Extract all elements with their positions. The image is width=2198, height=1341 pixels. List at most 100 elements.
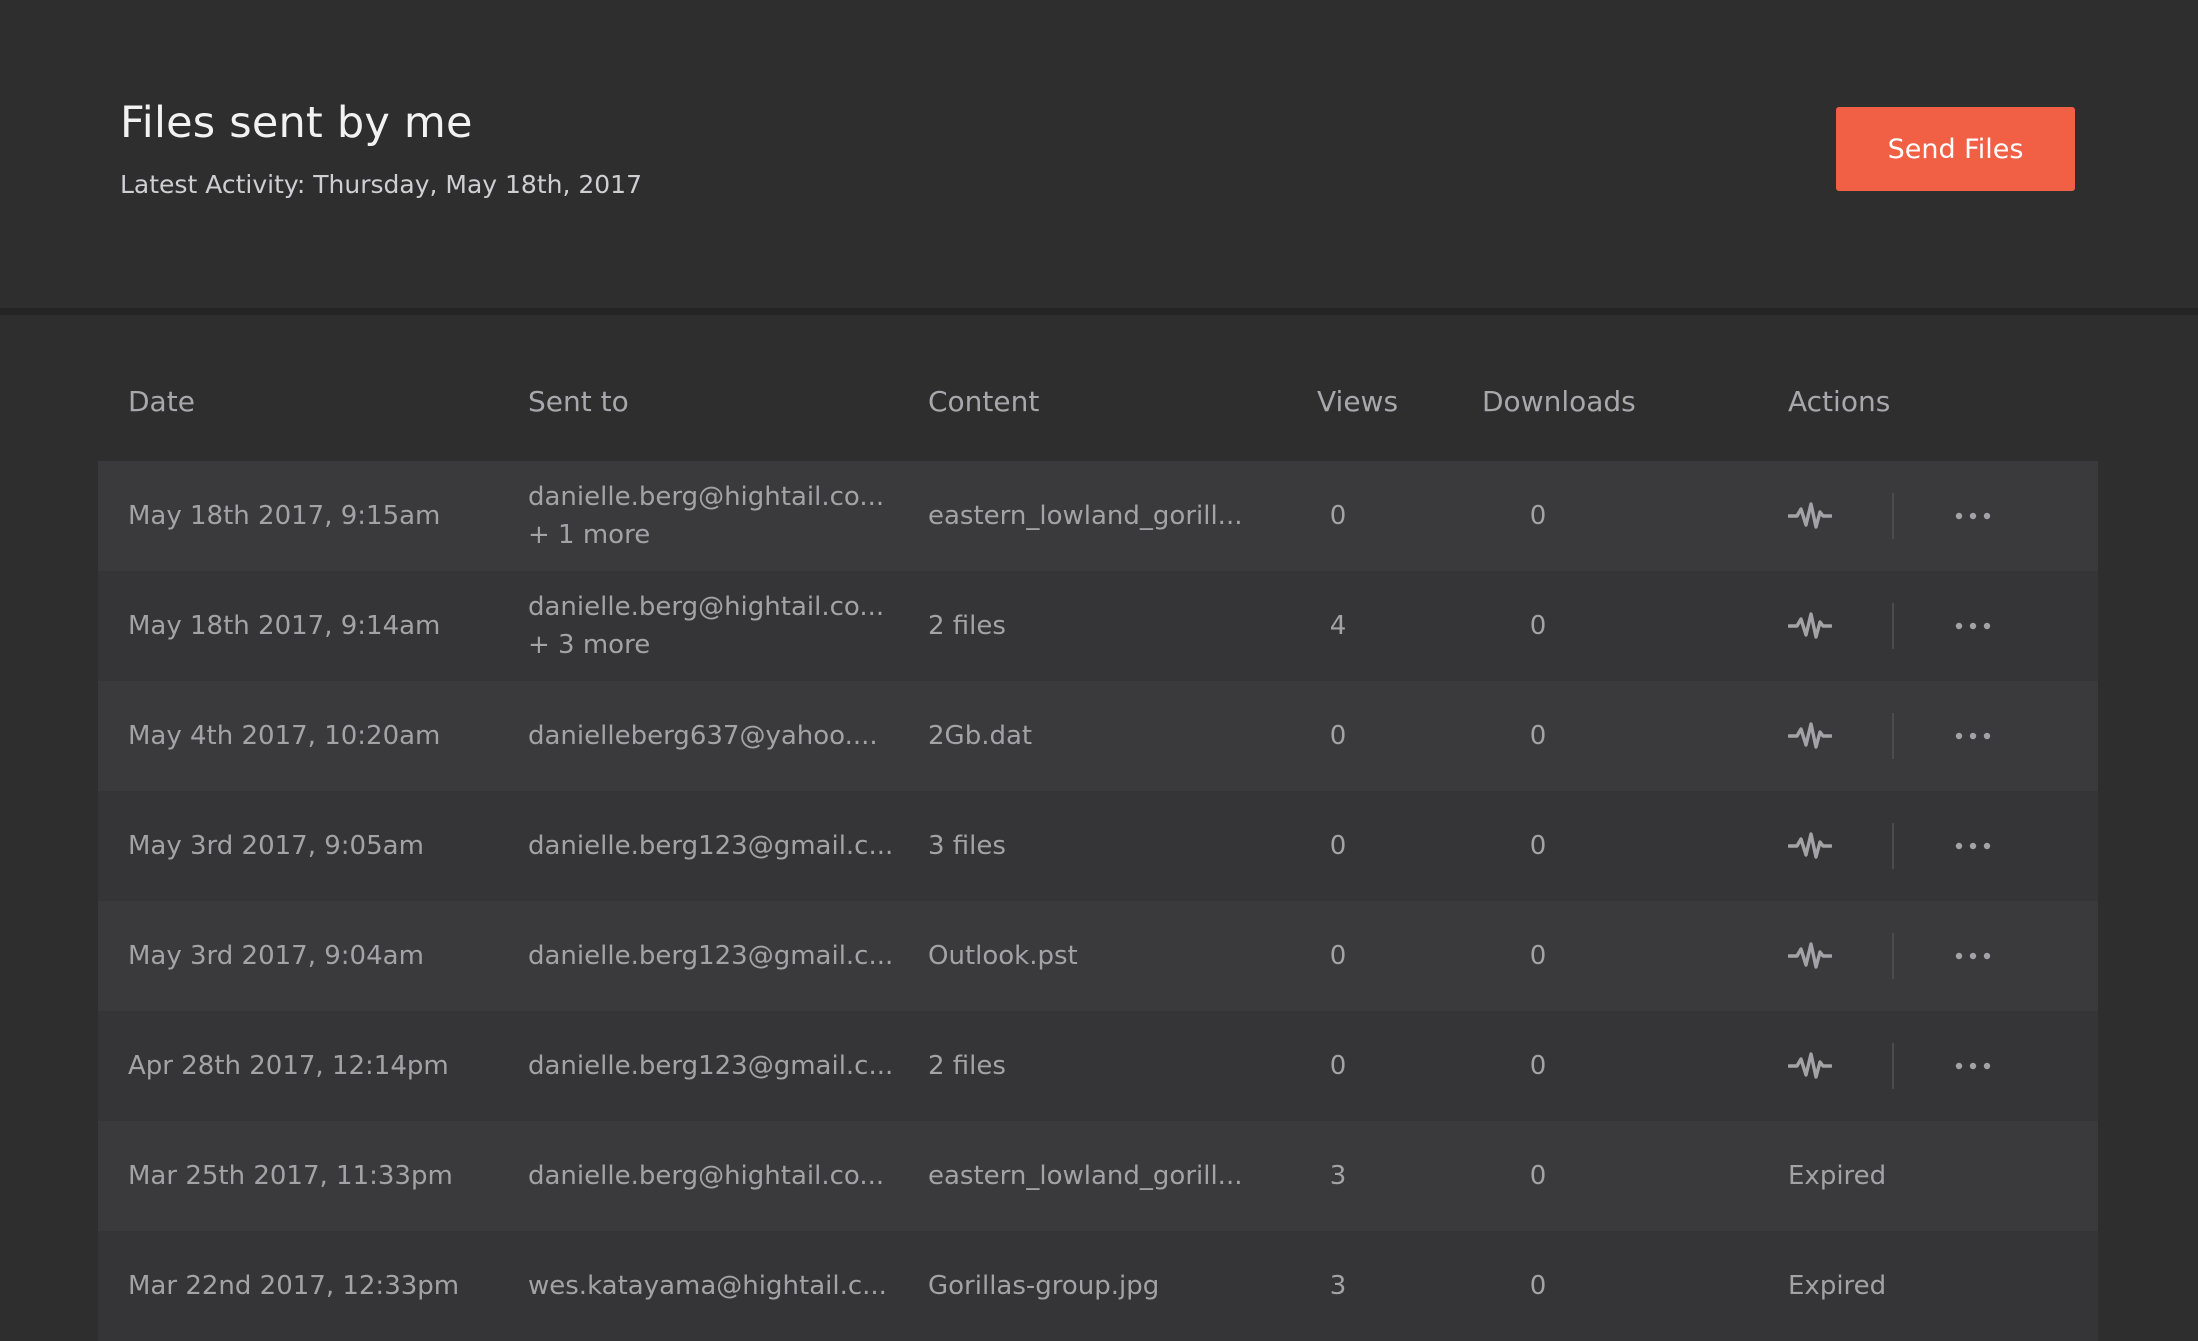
cell-views: 0 xyxy=(1329,941,1347,971)
cell-date: May 3rd 2017, 9:04am xyxy=(128,941,424,971)
files-table: Date Sent to Content Views Downloads Act… xyxy=(98,345,2098,1341)
recipient-more[interactable]: + 3 more xyxy=(528,626,884,664)
action-separator xyxy=(1892,493,1894,539)
cell-sent-to: danielle.berg@hightail.co... + 3 more xyxy=(528,571,884,681)
table-row[interactable]: May 3rd 2017, 9:04am danielle.berg123@gma… xyxy=(98,901,2098,1011)
more-icon[interactable] xyxy=(1954,951,1992,961)
cell-actions xyxy=(1788,1011,1992,1121)
pulse-icon[interactable] xyxy=(1788,831,1832,861)
cell-content: 2Gb.dat xyxy=(928,721,1033,751)
action-separator xyxy=(1892,1043,1894,1089)
action-separator xyxy=(1892,933,1894,979)
cell-actions xyxy=(1788,901,1992,1011)
recipient-email: danielle.berg123@gmail.c... xyxy=(528,1051,894,1081)
recipient-email: danielle.berg123@gmail.c... xyxy=(528,941,894,971)
cell-date: Mar 22nd 2017, 12:33pm xyxy=(128,1271,460,1301)
action-separator xyxy=(1892,823,1894,869)
cell-content: 2 files xyxy=(928,1051,1006,1081)
cell-downloads: 0 xyxy=(1529,1161,1547,1191)
cell-downloads: 0 xyxy=(1529,1051,1547,1081)
page-title: Files sent by me xyxy=(120,98,473,148)
recipient-more[interactable]: + 1 more xyxy=(528,516,884,554)
status-expired: Expired xyxy=(1788,1161,1887,1191)
table-header: Date Sent to Content Views Downloads Act… xyxy=(98,345,2098,461)
cell-actions xyxy=(1788,791,1992,901)
pulse-icon[interactable] xyxy=(1788,501,1832,531)
column-actions: Actions xyxy=(1788,385,1891,418)
cell-downloads: 0 xyxy=(1529,501,1547,531)
column-date[interactable]: Date xyxy=(128,385,195,418)
cell-sent-to: danielle.berg123@gmail.c... xyxy=(528,901,893,1011)
table-row[interactable]: May 4th 2017, 10:20am danielleberg637@yah… xyxy=(98,681,2098,791)
cell-sent-to: danielle.berg123@gmail.c... xyxy=(528,791,893,901)
cell-downloads: 0 xyxy=(1529,1271,1547,1301)
recipient-email: danielle.berg123@gmail.c... xyxy=(528,831,894,861)
column-views[interactable]: Views xyxy=(1317,385,1398,418)
table-row[interactable]: May 18th 2017, 9:14am danielle.berg@hight… xyxy=(98,571,2098,681)
cell-views: 0 xyxy=(1329,1051,1347,1081)
cell-date: May 3rd 2017, 9:05am xyxy=(128,831,424,861)
more-icon[interactable] xyxy=(1954,621,1992,631)
send-files-button[interactable]: Send Files xyxy=(1836,107,2075,191)
cell-date: Mar 25th 2017, 11:33pm xyxy=(128,1161,453,1191)
cell-actions xyxy=(1788,571,1992,681)
page-header: Files sent by me Latest Activity: Thursd… xyxy=(0,0,2198,308)
cell-sent-to: danielleberg637@yahoo.... xyxy=(528,681,878,791)
recipient-email: danielleberg637@yahoo.... xyxy=(528,721,878,751)
header-divider xyxy=(0,308,2198,315)
cell-downloads: 0 xyxy=(1529,941,1547,971)
column-downloads[interactable]: Downloads xyxy=(1482,385,1636,418)
more-icon[interactable] xyxy=(1954,511,1992,521)
pulse-icon[interactable] xyxy=(1788,721,1832,751)
table-row[interactable]: Mar 22nd 2017, 12:33pm wes.katayama@hight… xyxy=(98,1231,2098,1341)
more-icon[interactable] xyxy=(1954,731,1992,741)
cell-sent-to: danielle.berg@hightail.co... xyxy=(528,1121,884,1231)
cell-downloads: 0 xyxy=(1529,611,1547,641)
cell-views: 0 xyxy=(1329,501,1347,531)
cell-date: May 4th 2017, 10:20am xyxy=(128,721,441,751)
cell-sent-to: danielle.berg@hightail.co... + 1 more xyxy=(528,461,884,571)
cell-content: 2 files xyxy=(928,611,1006,641)
cell-content: Gorillas-group.jpg xyxy=(928,1271,1160,1301)
cell-actions: Expired xyxy=(1788,1121,1886,1231)
cell-actions: Expired xyxy=(1788,1231,1886,1341)
cell-date: Apr 28th 2017, 12:14pm xyxy=(128,1051,449,1081)
cell-actions xyxy=(1788,461,1992,571)
cell-views: 0 xyxy=(1329,721,1347,751)
cell-content: eastern_lowland_gorill... xyxy=(928,1161,1243,1191)
cell-downloads: 0 xyxy=(1529,831,1547,861)
table-row[interactable]: Mar 25th 2017, 11:33pm danielle.berg@high… xyxy=(98,1121,2098,1231)
cell-sent-to: wes.katayama@hightail.c... xyxy=(528,1231,887,1341)
cell-date: May 18th 2017, 9:14am xyxy=(128,611,441,641)
table-row[interactable]: Apr 28th 2017, 12:14pm danielle.berg123@g… xyxy=(98,1011,2098,1121)
cell-content: 3 files xyxy=(928,831,1006,861)
cell-sent-to: danielle.berg123@gmail.c... xyxy=(528,1011,893,1121)
table-row[interactable]: May 18th 2017, 9:15am danielle.berg@hight… xyxy=(98,461,2098,571)
cell-downloads: 0 xyxy=(1529,721,1547,751)
more-icon[interactable] xyxy=(1954,841,1992,851)
cell-views: 3 xyxy=(1329,1271,1347,1301)
column-sent-to[interactable]: Sent to xyxy=(528,385,629,418)
status-expired: Expired xyxy=(1788,1271,1887,1301)
cell-content: eastern_lowland_gorill... xyxy=(928,501,1243,531)
pulse-icon[interactable] xyxy=(1788,941,1832,971)
table-body: May 18th 2017, 9:15am danielle.berg@hight… xyxy=(98,461,2098,1341)
recipient-email: danielle.berg@hightail.co... xyxy=(528,592,885,622)
column-content[interactable]: Content xyxy=(928,385,1039,418)
pulse-icon[interactable] xyxy=(1788,611,1832,641)
recipient-email: danielle.berg@hightail.co... xyxy=(528,1161,885,1191)
recipient-email: danielle.berg@hightail.co... xyxy=(528,482,885,512)
pulse-icon[interactable] xyxy=(1788,1051,1832,1081)
cell-date: May 18th 2017, 9:15am xyxy=(128,501,441,531)
action-separator xyxy=(1892,603,1894,649)
more-icon[interactable] xyxy=(1954,1061,1992,1071)
table-row[interactable]: May 3rd 2017, 9:05am danielle.berg123@gma… xyxy=(98,791,2098,901)
cell-content: Outlook.pst xyxy=(928,941,1078,971)
recipient-email: wes.katayama@hightail.c... xyxy=(528,1271,887,1301)
latest-activity: Latest Activity: Thursday, May 18th, 201… xyxy=(120,170,642,199)
cell-views: 3 xyxy=(1329,1161,1347,1191)
cell-actions xyxy=(1788,681,1992,791)
cell-views: 4 xyxy=(1329,611,1347,641)
action-separator xyxy=(1892,713,1894,759)
cell-views: 0 xyxy=(1329,831,1347,861)
